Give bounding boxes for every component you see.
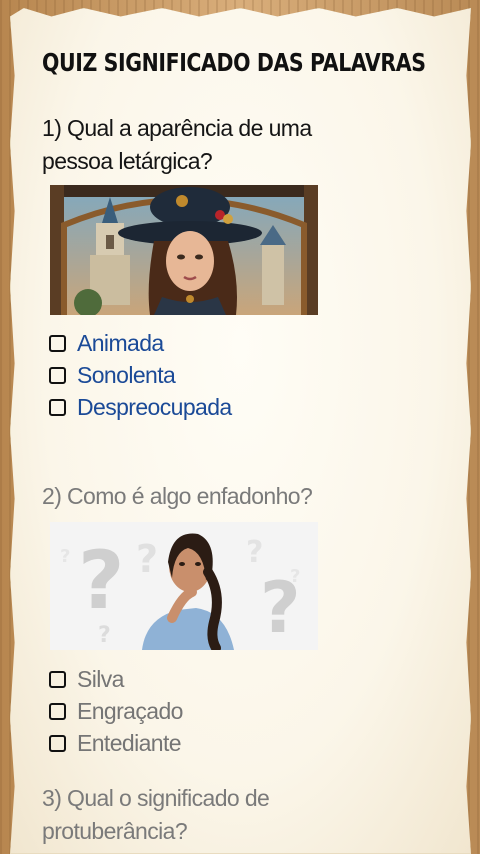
option-label: Animada bbox=[77, 329, 164, 356]
checkbox-icon[interactable] bbox=[49, 366, 66, 384]
svg-text:?: ? bbox=[78, 534, 124, 627]
svg-text:?: ? bbox=[98, 623, 111, 648]
svg-text:?: ? bbox=[246, 535, 263, 570]
option-engracado[interactable]: Engraçado bbox=[49, 695, 183, 727]
question-1-options: Animada Sonolenta Despreocupada bbox=[49, 327, 232, 423]
checkbox-icon[interactable] bbox=[49, 398, 66, 416]
question-2-line-1: 2) Como é algo enfadonho? bbox=[42, 483, 313, 509]
question-1-image bbox=[50, 185, 318, 315]
option-label: Sonolenta bbox=[77, 361, 176, 388]
svg-text:?: ? bbox=[136, 537, 158, 581]
question-1: 1) Qual a aparência de uma pessoa letárg… bbox=[42, 112, 442, 178]
question-2-options: Silva Engraçado Entediante bbox=[49, 663, 183, 759]
svg-text:?: ? bbox=[290, 566, 300, 587]
question-1-line-2: pessoa letárgica? bbox=[42, 148, 213, 174]
option-animada[interactable]: Animada bbox=[49, 327, 232, 359]
option-label: Despreocupada bbox=[77, 393, 232, 420]
checkbox-icon[interactable] bbox=[49, 334, 66, 352]
option-label: Engraçado bbox=[77, 697, 183, 724]
checkbox-icon[interactable] bbox=[49, 670, 66, 688]
question-3: 3) Qual o significado de protuberância? bbox=[42, 782, 442, 848]
question-2: 2) Como é algo enfadonho? bbox=[42, 480, 442, 513]
svg-text:?: ? bbox=[60, 546, 70, 567]
question-3-line-1: 3) Qual o significado de bbox=[42, 785, 270, 811]
option-entediante[interactable]: Entediante bbox=[49, 727, 183, 759]
checkbox-icon[interactable] bbox=[49, 734, 66, 752]
question-2-image: ? ? ? ? ? ? ? bbox=[50, 522, 318, 650]
option-label: Silva bbox=[77, 665, 124, 692]
option-silva[interactable]: Silva bbox=[49, 663, 183, 695]
checkbox-icon[interactable] bbox=[49, 702, 66, 720]
option-label: Entediante bbox=[77, 729, 182, 756]
option-despreocupada[interactable]: Despreocupada bbox=[49, 391, 232, 423]
quiz-title: QUIZ SIGNIFICADO DAS PALAVRAS bbox=[42, 48, 426, 77]
option-sonolenta[interactable]: Sonolenta bbox=[49, 359, 232, 391]
question-3-line-2: protuberância? bbox=[42, 818, 188, 844]
question-1-line-1: 1) Qual a aparência de uma bbox=[42, 115, 312, 141]
